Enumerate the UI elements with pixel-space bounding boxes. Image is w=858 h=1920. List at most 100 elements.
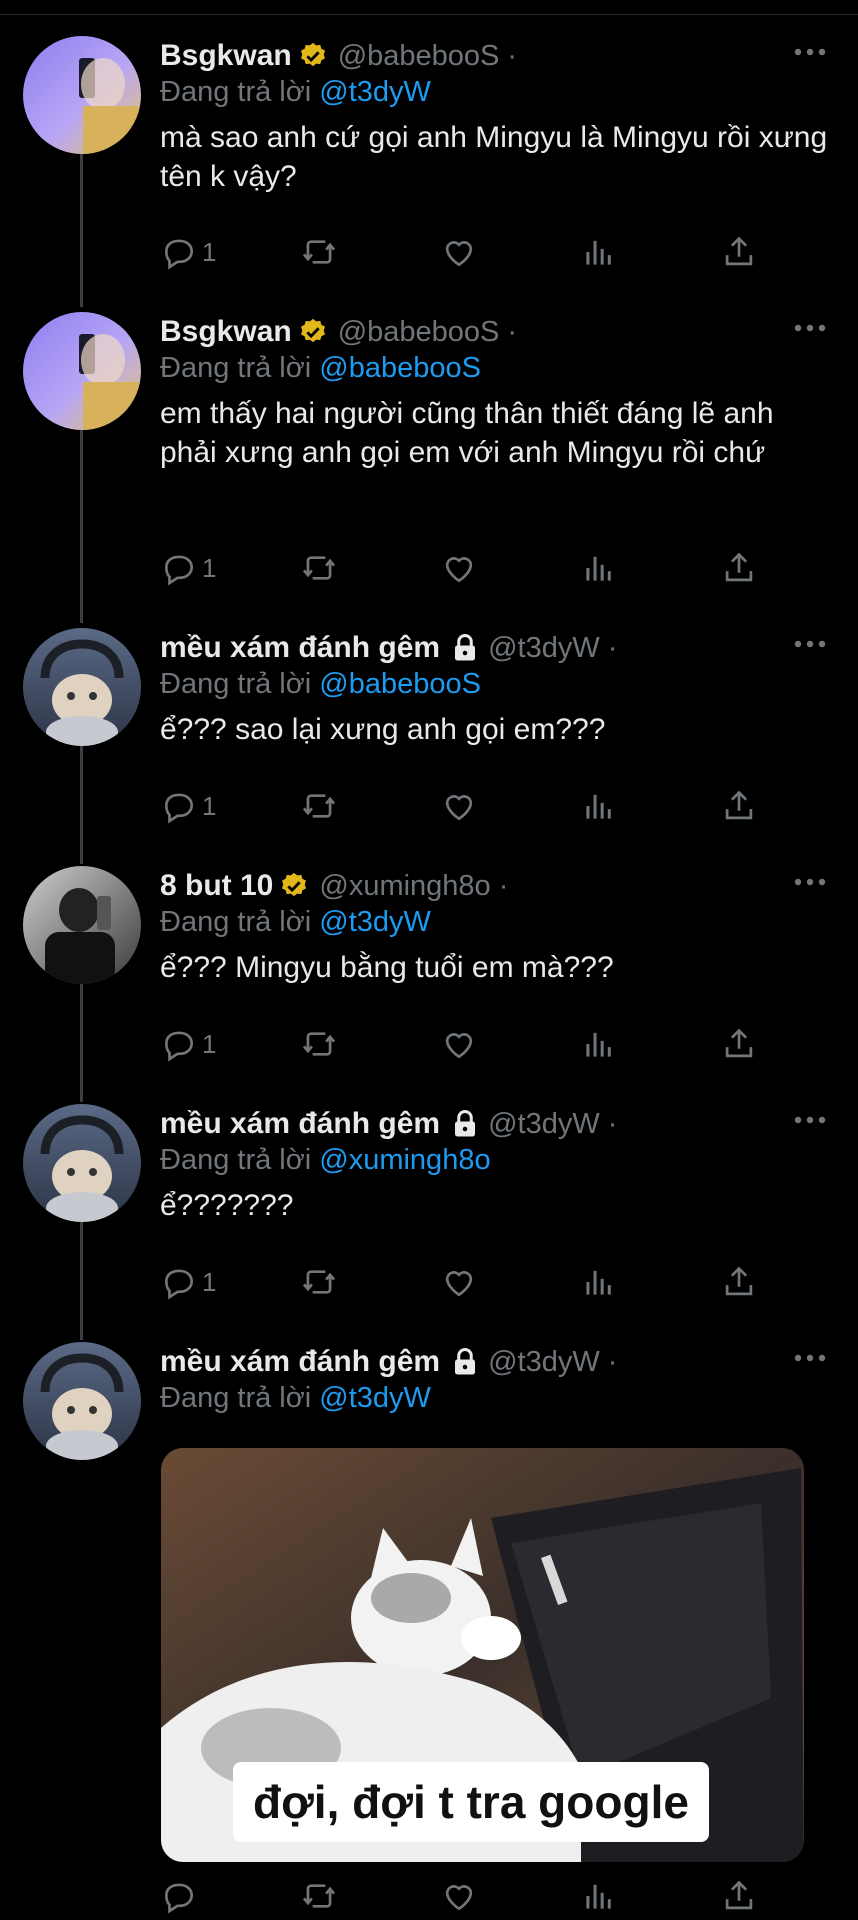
verified-badge-icon <box>300 42 325 67</box>
reply-button[interactable]: 1 <box>160 1024 216 1064</box>
handle[interactable]: @babebooS <box>338 316 500 349</box>
retweet-button[interactable] <box>300 1876 338 1916</box>
retweet-button[interactable] <box>300 786 338 826</box>
like-button[interactable] <box>440 232 478 272</box>
tweet-header: mều xám đánh gêm @t3dyW · <box>160 1104 617 1144</box>
tweet[interactable]: mều xám đánh gêm @t3dyW · Đang trả lời @… <box>0 628 858 828</box>
reply-button[interactable]: 1 <box>160 232 216 272</box>
mention-link[interactable]: @xumingh8o <box>319 1144 490 1176</box>
media-caption: đợi, đợi t tra google <box>233 1762 709 1842</box>
reply-button[interactable]: 1 <box>160 548 216 588</box>
views-button[interactable] <box>580 1024 618 1064</box>
retweet-button[interactable] <box>300 232 338 272</box>
display-name[interactable]: Bsgkwan <box>160 315 292 349</box>
share-button[interactable] <box>720 1024 758 1064</box>
replying-to: Đang trả lời @xumingh8o <box>160 1144 491 1177</box>
action-bar: 1 <box>160 1262 780 1302</box>
retweet-button[interactable] <box>300 1024 338 1064</box>
like-button[interactable] <box>440 1024 478 1064</box>
reply-count: 1 <box>202 1028 217 1059</box>
views-button[interactable] <box>580 1876 618 1916</box>
more-icon[interactable] <box>792 316 828 340</box>
like-button[interactable] <box>440 786 478 826</box>
replying-to-label: Đang trả lời <box>160 352 312 384</box>
reply-button[interactable]: 1 <box>160 786 216 826</box>
avatar[interactable] <box>23 1342 141 1460</box>
top-divider <box>0 0 858 15</box>
reply-button[interactable]: 1 <box>160 1262 216 1302</box>
tweet[interactable]: mều xám đánh gêm @t3dyW · Đang trả lời @… <box>0 1104 858 1304</box>
views-button[interactable] <box>580 232 618 272</box>
lock-icon <box>455 1348 476 1375</box>
reply-button[interactable] <box>160 1876 198 1916</box>
mention-link[interactable]: @babebooS <box>319 668 481 700</box>
retweet-icon <box>302 240 336 264</box>
share-button[interactable] <box>720 786 758 826</box>
handle[interactable]: @babebooS <box>338 40 500 73</box>
views-icon <box>586 1884 611 1909</box>
share-button[interactable] <box>720 1876 758 1916</box>
separator-dot: · <box>507 315 518 348</box>
like-icon <box>445 557 473 583</box>
mention-link[interactable]: @t3dyW <box>319 76 431 108</box>
mention-link[interactable]: @t3dyW <box>319 906 431 938</box>
avatar[interactable] <box>23 312 141 430</box>
reply-count: 1 <box>202 236 217 267</box>
views-icon <box>586 1032 611 1057</box>
tweet-header: Bsgkwan @babebooS · <box>160 312 517 352</box>
like-button[interactable] <box>440 1876 478 1916</box>
action-bar: 1 <box>160 786 780 826</box>
tweet-text: ể??????? <box>160 1189 294 1222</box>
retweet-icon <box>302 556 336 580</box>
like-icon <box>445 1271 473 1297</box>
more-icon[interactable] <box>792 40 828 64</box>
more-icon[interactable] <box>792 870 828 894</box>
like-icon <box>445 1885 473 1911</box>
tweet-header: mều xám đánh gêm @t3dyW · <box>160 628 617 668</box>
media-image[interactable]: đợi, đợi t tra google <box>161 1448 804 1862</box>
display-name[interactable]: mều xám đánh gêm <box>160 1107 440 1141</box>
views-button[interactable] <box>580 786 618 826</box>
share-icon <box>725 1266 753 1296</box>
display-name[interactable]: mều xám đánh gêm <box>160 631 440 665</box>
avatar[interactable] <box>23 628 141 746</box>
reply-icon <box>164 793 194 824</box>
tweet-text: em thấy hai người cũng thân thiết đáng l… <box>160 397 774 469</box>
display-name[interactable]: mều xám đánh gêm <box>160 1345 440 1379</box>
replying-to: Đang trả lời @babebooS <box>160 352 481 385</box>
reply-icon <box>164 1269 194 1300</box>
action-bar <box>160 1876 780 1916</box>
share-icon <box>725 552 753 582</box>
views-button[interactable] <box>580 548 618 588</box>
like-button[interactable] <box>440 1262 478 1302</box>
avatar[interactable] <box>23 1104 141 1222</box>
avatar[interactable] <box>23 866 141 984</box>
share-button[interactable] <box>720 232 758 272</box>
display-name[interactable]: 8 but 10 <box>160 869 273 903</box>
tweet[interactable]: 8 but 10 @xumingh8o · Đang trả lời @t3dy… <box>0 866 858 1066</box>
more-icon[interactable] <box>792 632 828 656</box>
handle[interactable]: @xumingh8o <box>319 870 490 903</box>
handle[interactable]: @t3dyW <box>488 1346 600 1379</box>
mention-link[interactable]: @t3dyW <box>319 1382 431 1414</box>
retweet-button[interactable] <box>300 548 338 588</box>
retweet-button[interactable] <box>300 1262 338 1302</box>
display-name[interactable]: Bsgkwan <box>160 39 292 73</box>
share-icon <box>725 790 753 820</box>
tweet[interactable]: Bsgkwan @babebooS · Đang trả lời @babebo… <box>0 312 858 602</box>
avatar[interactable] <box>23 36 141 154</box>
more-icon[interactable] <box>792 1346 828 1370</box>
replying-to: Đang trả lời @t3dyW <box>160 1382 431 1415</box>
share-button[interactable] <box>720 548 758 588</box>
tweet[interactable]: Bsgkwan @babebooS · Đang trả lời @t3dyW … <box>0 36 858 276</box>
share-button[interactable] <box>720 1262 758 1302</box>
mention-link[interactable]: @babebooS <box>319 352 481 384</box>
views-button[interactable] <box>580 1262 618 1302</box>
tweet-text: ể??? Mingyu bằng tuổi em mà??? <box>160 951 614 984</box>
like-button[interactable] <box>440 548 478 588</box>
more-icon[interactable] <box>792 1108 828 1132</box>
retweet-icon <box>302 1032 336 1056</box>
handle[interactable]: @t3dyW <box>488 1108 600 1141</box>
handle[interactable]: @t3dyW <box>488 632 600 665</box>
replying-to-label: Đang trả lời <box>160 906 312 938</box>
